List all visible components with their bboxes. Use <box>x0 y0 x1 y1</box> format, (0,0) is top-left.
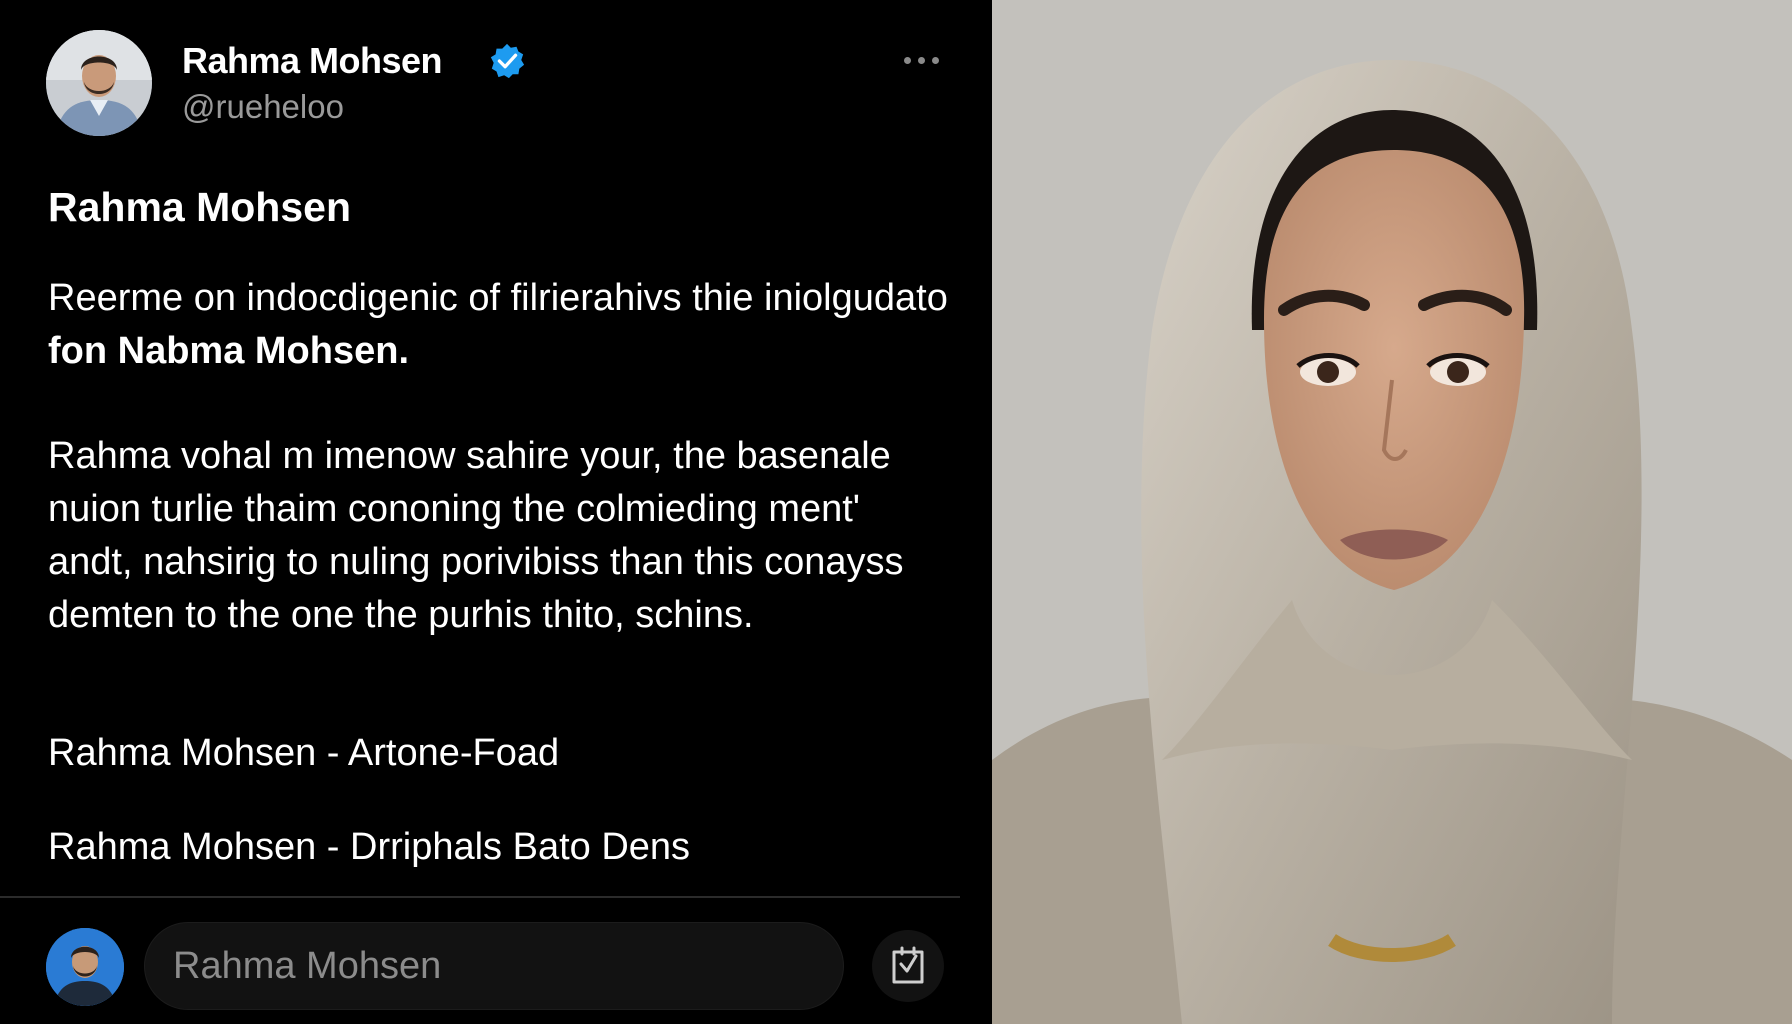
share-icon <box>892 946 924 984</box>
post-paragraph-1: Reerme on indocdigenic of filrierahivs t… <box>48 272 948 378</box>
post-title: Rahma Mohsen <box>48 184 351 230</box>
reply-avatar-portrait-icon <box>46 928 124 1006</box>
divider <box>0 896 960 898</box>
more-options-icon[interactable] <box>896 50 946 70</box>
post-paragraph-2: Rahma vohal m imenow sahire your, the ba… <box>48 435 904 636</box>
portrait-image <box>992 0 1792 1024</box>
post-line-b: Rahma Mohsen - Drriphals Bato Dens <box>48 826 691 868</box>
post-header: Rahma Mohsen @rueheloo <box>46 30 946 140</box>
author-avatar[interactable] <box>46 30 152 136</box>
avatar-portrait-icon <box>46 30 152 136</box>
verified-badge-icon <box>490 43 525 79</box>
reply-input[interactable] <box>144 922 844 1010</box>
paragraph-1-text: Reerme on indocdigenic of filrierahivs t… <box>48 277 948 319</box>
portrait-photo <box>992 0 1792 1024</box>
author-name[interactable]: Rahma Mohsen <box>182 40 443 82</box>
share-button[interactable] <box>872 930 944 1002</box>
reply-avatar[interactable] <box>46 928 124 1006</box>
paragraph-1-bold-text: fon Nabma Mohsen. <box>48 330 410 372</box>
author-handle[interactable]: @rueheloo <box>182 88 344 126</box>
post-panel: Rahma Mohsen @rueheloo Rahma Mohsen Reer… <box>0 0 992 1024</box>
post-line-a: Rahma Mohsen - Artone-Foad <box>48 732 560 774</box>
